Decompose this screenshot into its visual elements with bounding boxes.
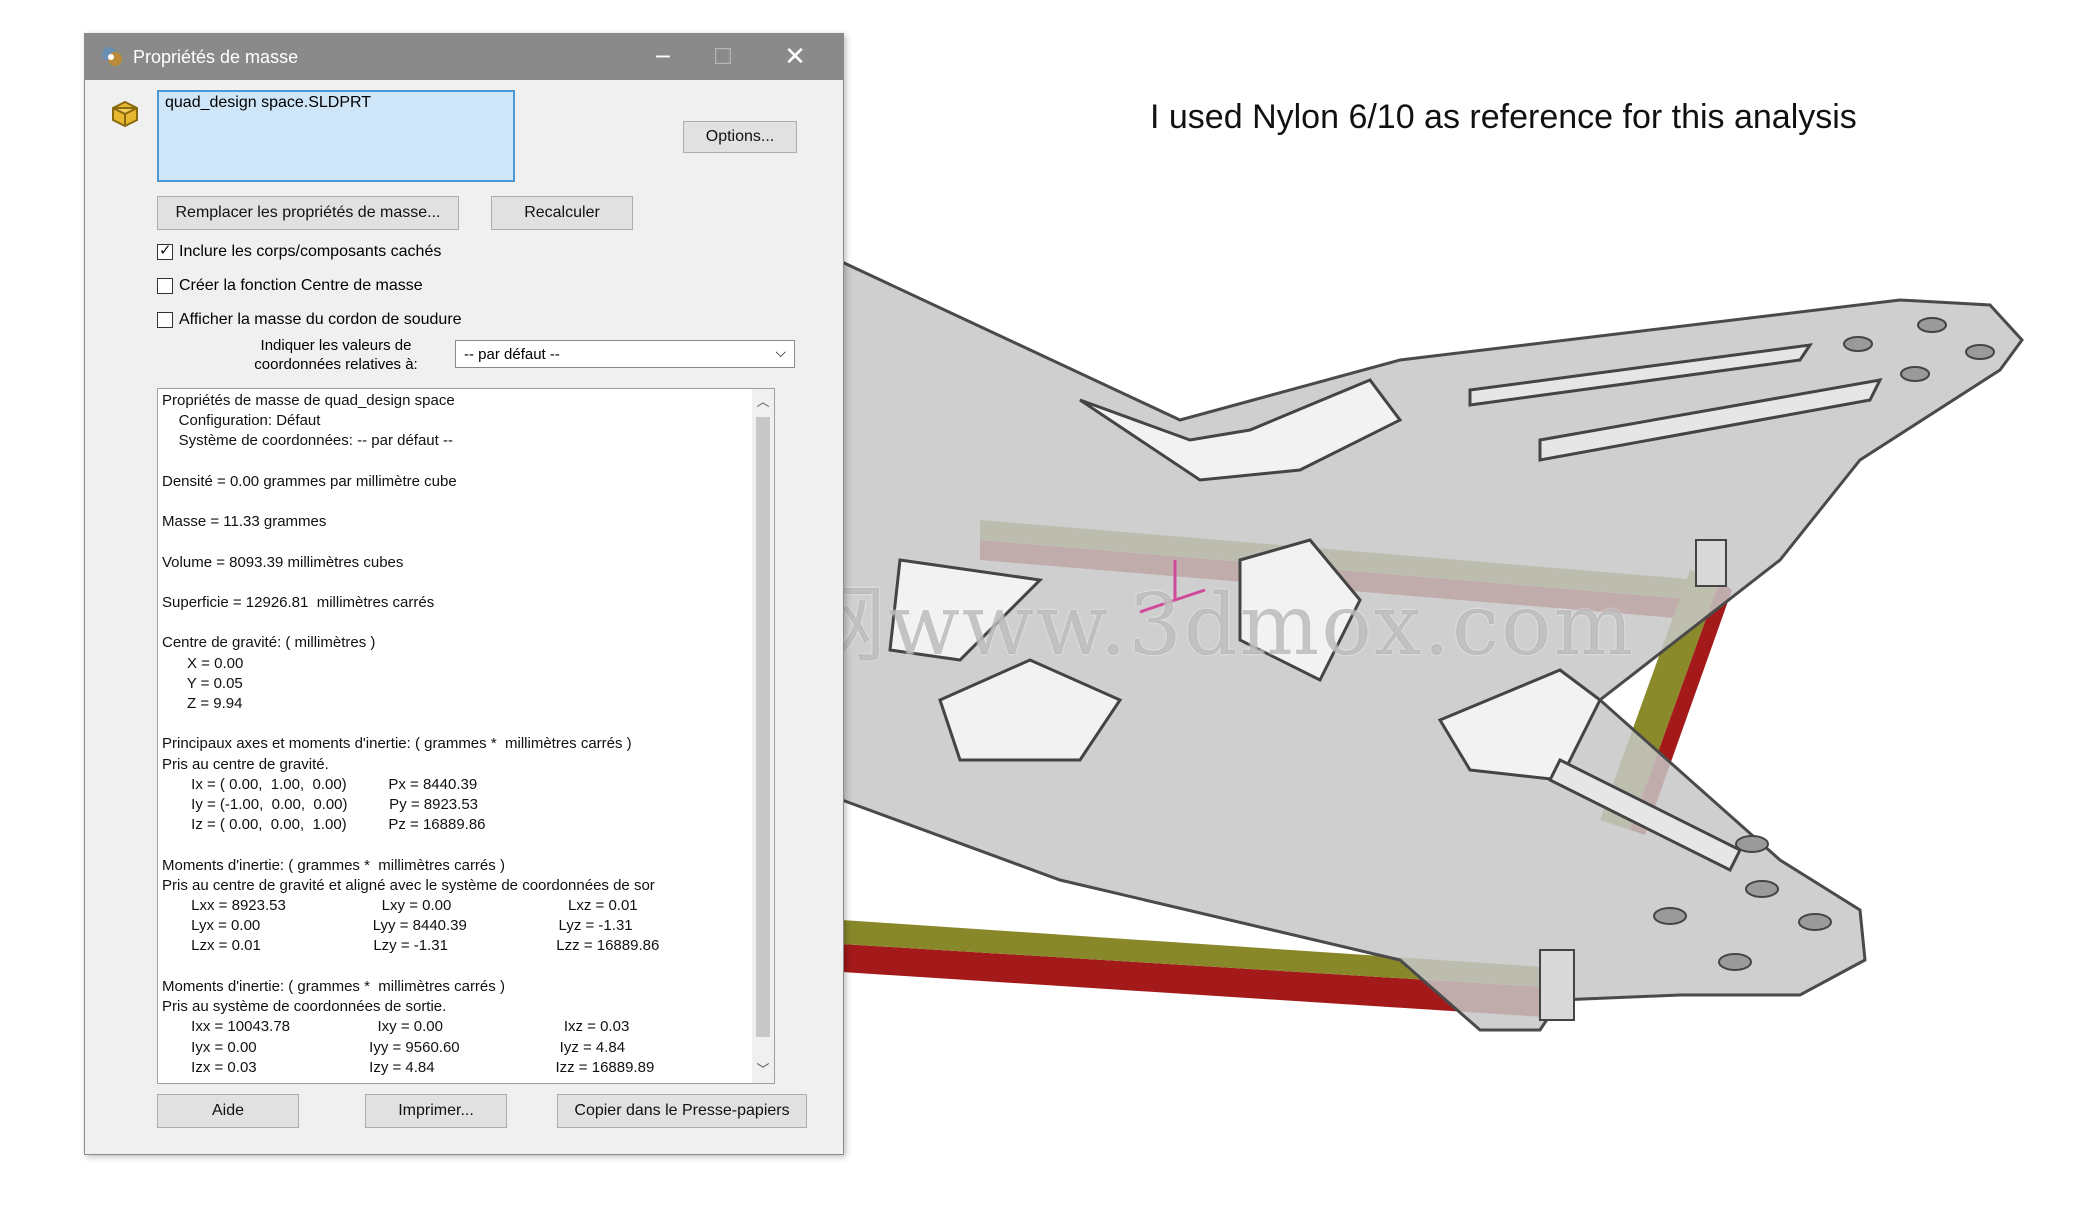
results-line [162,835,752,855]
results-line: Moments d'inertie: ( grammes * millimètr… [162,856,505,874]
results-line [162,573,752,593]
copy-to-clipboard-button[interactable]: Copier dans le Presse-papiers [557,1094,807,1128]
options-button[interactable]: Options... [683,121,797,153]
results-line [162,532,752,552]
dialog-title: Propriétés de masse [133,46,299,67]
analysis-note: I used Nylon 6/10 as reference for this … [1150,98,1857,136]
results-line: Z = 9.94 [162,695,243,713]
scroll-up-icon[interactable]: ︿ [752,391,774,413]
selected-file-name[interactable]: quad_design space.SLDPRT [165,94,371,111]
results-line: X = 0.00 [162,654,244,672]
weld-bead-checkbox[interactable] [157,312,173,328]
scroll-down-icon[interactable]: ﹀ [752,1059,774,1081]
results-line: Ix = ( 0.00, 1.00, 0.00) Px = 8440.39 [162,775,478,793]
results-line [162,492,752,512]
results-line: Pris au système de coordonnées de sortie… [162,998,447,1016]
results-line: Lzx = 0.01 Lzy = -1.31 Lzz = 16889.86 [162,937,660,955]
chevron-down-icon: ⌵ [775,344,786,360]
override-mass-properties-button[interactable]: Remplacer les propriétés de masse... [157,196,459,230]
results-line: Y = 0.05 [162,674,243,692]
results-line: Densité = 0.00 grammes par millimètre cu… [162,472,457,490]
results-line: Volume = 8093.39 millimètres cubes [162,553,404,571]
standoff [1695,539,1727,587]
results-line [162,957,752,977]
title-bar[interactable]: Propriétés de masse ─ ☐ ✕ [85,34,843,80]
standoff [1539,949,1575,1021]
results-line: Ixx = 10043.78 Ixy = 0.00 Ixz = 0.03 [162,1018,630,1036]
include-hidden-label: Inclure les corps/composants cachés [179,243,442,260]
results-line [162,613,752,633]
maximize-button: ☐ [713,44,733,70]
mass-properties-dialog: Propriétés de masse ─ ☐ ✕ quad_design sp… [84,33,844,1155]
results-line [162,714,752,734]
results-line: Iyx = 0.00 Iyy = 9560.60 Iyz = 4.84 [162,1038,626,1056]
create-com-checkbox[interactable] [157,278,173,294]
results-line: Centre de gravité: ( millimètres ) [162,634,376,652]
results-line: Iy = (-1.00, 0.00, 0.00) Py = 8923.53 [162,796,479,814]
create-com-checkbox-row[interactable]: Créer la fonction Centre de masse [157,277,423,295]
results-line: Principaux axes et moments d'inertie: ( … [162,735,632,753]
close-button[interactable]: ✕ [765,34,825,80]
selected-items-list[interactable]: quad_design space.SLDPRT [157,90,515,182]
coordinate-system-value: -- par défaut -- [464,345,560,363]
include-hidden-checkbox-row[interactable]: Inclure les corps/composants cachés [157,241,442,261]
results-line [162,452,752,472]
results-line: Superficie = 12926.81 millimètres carrés [162,594,435,612]
scrollbar-thumb[interactable] [756,417,770,1037]
results-line: Système de coordonnées: -- par défaut -- [162,432,453,450]
results-line: Pris au centre de gravité. [162,755,329,773]
results-line: Pris au centre de gravité et aligné avec… [162,876,655,894]
weld-bead-checkbox-row[interactable]: Afficher la masse du cordon de soudure [157,311,462,329]
print-button[interactable]: Imprimer... [365,1094,507,1128]
coordinate-system-select[interactable]: -- par défaut -- ⌵ [455,340,795,368]
results-text-area[interactable]: Propriétés de masse de quad_design space… [157,388,775,1084]
results-line: Lxx = 8923.53 Lxy = 0.00 Lxz = 0.01 [162,897,638,915]
recalculate-button[interactable]: Recalculer [491,196,633,230]
results-line: Moments d'inertie: ( grammes * millimètr… [162,977,505,995]
include-hidden-checkbox[interactable] [157,241,173,260]
results-text: Propriétés de masse de quad_design space… [162,391,752,1078]
results-line: Lyx = 0.00 Lyy = 8440.39 Lyz = -1.31 [162,917,633,935]
create-com-label: Créer la fonction Centre de masse [179,277,423,294]
weld-bead-label: Afficher la masse du cordon de soudure [179,311,462,328]
vertical-scrollbar[interactable]: ︿ ﹀ [752,389,774,1083]
results-line: Configuration: Défaut [162,412,321,430]
coordinate-system-label: Indiquer les valeurs de coordonnées rela… [254,337,418,373]
minimize-button[interactable]: ─ [633,34,693,80]
part-icon [112,100,138,128]
results-line: Propriétés de masse de quad_design space [162,392,455,409]
results-line: Masse = 11.33 grammes [162,513,327,531]
solidworks-app-icon [102,47,122,66]
results-line: Izx = 0.03 Izy = 4.84 Izz = 16889.89 [162,1058,655,1076]
results-line: Iz = ( 0.00, 0.00, 1.00) Pz = 16889.86 [162,816,486,834]
help-button[interactable]: Aide [157,1094,299,1128]
